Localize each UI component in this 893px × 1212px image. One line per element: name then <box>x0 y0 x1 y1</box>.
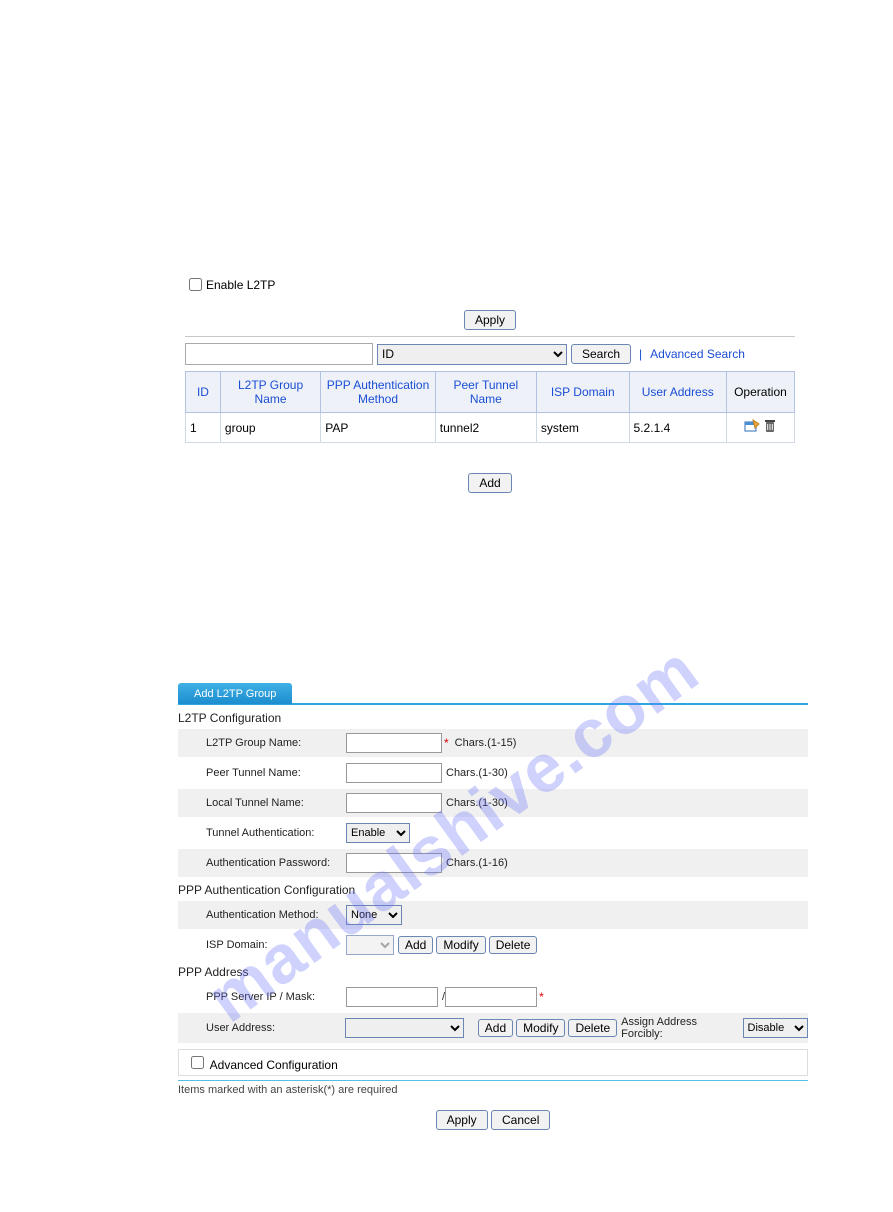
isp-delete-button[interactable]: Delete <box>489 936 538 954</box>
add-button[interactable]: Add <box>468 473 511 493</box>
required-mark: * <box>444 736 449 750</box>
advanced-config-checkbox[interactable] <box>191 1056 204 1069</box>
form-apply-button[interactable]: Apply <box>436 1110 488 1130</box>
search-button[interactable]: Search <box>571 344 631 364</box>
row-ppp-server: PPP Server IP / Mask: / * <box>178 983 808 1011</box>
label-advanced: Advanced Configuration <box>210 1058 338 1072</box>
label-local-tunnel: Local Tunnel Name: <box>206 797 346 809</box>
label-auth-method: Authentication Method: <box>206 909 346 921</box>
select-assign-forcibly[interactable]: Disable <box>743 1018 808 1038</box>
input-group-name[interactable] <box>346 733 442 753</box>
required-mark-2: * <box>539 990 544 1004</box>
required-footnote: Items marked with an asterisk(*) are req… <box>178 1084 808 1096</box>
row-auth-method: Authentication Method: None <box>178 901 808 929</box>
edit-icon[interactable] <box>744 419 760 436</box>
cell-operation <box>726 413 794 443</box>
label-user-address: User Address: <box>206 1022 345 1034</box>
row-auth-password: Authentication Password: Chars.(1-16) <box>178 849 808 877</box>
isp-modify-button[interactable]: Modify <box>436 936 485 954</box>
section-ppp-address: PPP Address <box>178 965 808 979</box>
ua-add-button[interactable]: Add <box>478 1019 513 1037</box>
enable-l2tp-row: Enable L2TP <box>185 275 795 294</box>
row-user-address: User Address: Add Modify Delete Assign A… <box>178 1013 808 1043</box>
input-peer-tunnel[interactable] <box>346 763 442 783</box>
hint-c1-30: Chars.(1-30) <box>446 767 508 779</box>
hint-c1-15: Chars.(1-15) <box>455 737 517 749</box>
cell-id: 1 <box>186 413 221 443</box>
label-group-name: L2TP Group Name: <box>206 737 346 749</box>
cell-ppp: PAP <box>321 413 436 443</box>
select-user-address[interactable] <box>345 1018 464 1038</box>
advanced-search-link[interactable]: Advanced Search <box>650 347 745 361</box>
input-local-tunnel[interactable] <box>346 793 442 813</box>
section-l2tp-config: L2TP Configuration <box>178 711 808 725</box>
label-tunnel-auth: Tunnel Authentication: <box>206 827 346 839</box>
ua-modify-button[interactable]: Modify <box>516 1019 565 1037</box>
col-user[interactable]: User Address <box>629 372 726 413</box>
select-tunnel-auth[interactable]: Enable <box>346 823 410 843</box>
label-assign-forcibly: Assign Address Forcibly: <box>621 1016 740 1040</box>
col-isp[interactable]: ISP Domain <box>536 372 629 413</box>
tab-add-l2tp-group[interactable]: Add L2TP Group <box>178 683 292 704</box>
search-bar: ID Search | Advanced Search <box>185 343 795 365</box>
label-isp-domain: ISP Domain: <box>206 939 346 951</box>
row-group-name: L2TP Group Name: * Chars.(1-15) <box>178 729 808 757</box>
input-auth-password[interactable] <box>346 853 442 873</box>
section-ppp-auth: PPP Authentication Configuration <box>178 883 808 897</box>
label-auth-password: Authentication Password: <box>206 857 346 869</box>
enable-l2tp-label: Enable L2TP <box>206 278 275 292</box>
delete-icon[interactable] <box>764 419 776 436</box>
select-isp-domain[interactable] <box>346 935 394 955</box>
divider <box>185 336 795 337</box>
col-id[interactable]: ID <box>186 372 221 413</box>
row-tunnel-auth: Tunnel Authentication: Enable <box>178 819 808 847</box>
hint-c1-16: Chars.(1-16) <box>446 857 508 869</box>
search-input[interactable] <box>185 343 373 365</box>
add-l2tp-group-panel: Add L2TP Group L2TP Configuration L2TP G… <box>178 683 808 1130</box>
input-ppp-server-ip[interactable] <box>346 987 438 1007</box>
cell-peer: tunnel2 <box>435 413 536 443</box>
table-row: 1 group PAP tunnel2 system 5.2.1.4 <box>186 413 795 443</box>
label-peer-tunnel: Peer Tunnel Name: <box>206 767 346 779</box>
footer-divider <box>178 1080 808 1081</box>
l2tp-list-panel: Enable L2TP Apply ID Search | Advanced S… <box>185 275 795 493</box>
col-operation: Operation <box>726 372 794 413</box>
label-ppp-server: PPP Server IP / Mask: <box>206 991 346 1003</box>
enable-l2tp-checkbox[interactable] <box>189 278 202 291</box>
cell-group: group <box>220 413 320 443</box>
row-isp-domain: ISP Domain: Add Modify Delete <box>178 931 808 959</box>
cell-user: 5.2.1.4 <box>629 413 726 443</box>
form-cancel-button[interactable]: Cancel <box>491 1110 550 1130</box>
col-ppp[interactable]: PPP Authentication Method <box>321 372 436 413</box>
input-ppp-server-mask[interactable] <box>445 987 537 1007</box>
row-peer-tunnel: Peer Tunnel Name: Chars.(1-30) <box>178 759 808 787</box>
col-group[interactable]: L2TP Group Name <box>220 372 320 413</box>
isp-add-button[interactable]: Add <box>398 936 433 954</box>
select-auth-method[interactable]: None <box>346 905 402 925</box>
row-local-tunnel: Local Tunnel Name: Chars.(1-30) <box>178 789 808 817</box>
cell-isp: system <box>536 413 629 443</box>
ua-delete-button[interactable]: Delete <box>568 1019 617 1037</box>
apply-button[interactable]: Apply <box>464 310 516 330</box>
separator: | <box>639 347 642 361</box>
l2tp-groups-table: ID L2TP Group Name PPP Authentication Me… <box>185 371 795 443</box>
row-advanced: Advanced Configuration <box>178 1049 808 1076</box>
search-field-select[interactable]: ID <box>377 344 567 365</box>
col-peer[interactable]: Peer Tunnel Name <box>435 372 536 413</box>
hint-c1-30b: Chars.(1-30) <box>446 797 508 809</box>
